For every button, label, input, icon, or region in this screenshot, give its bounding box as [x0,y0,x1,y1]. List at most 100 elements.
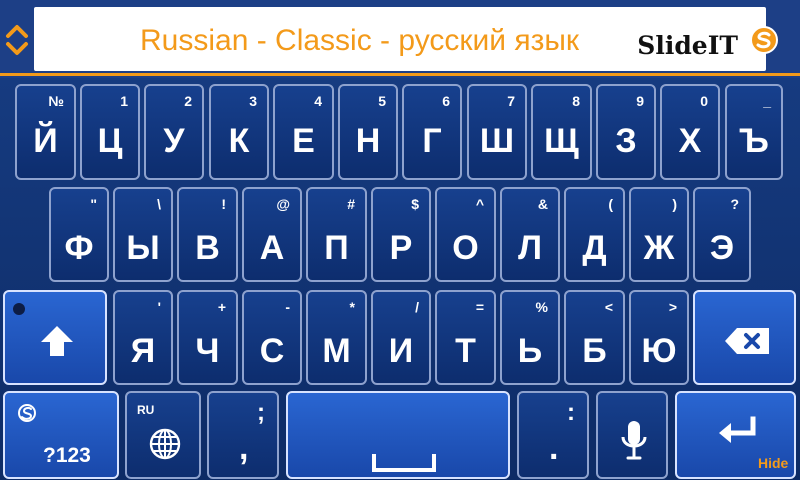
brand-name: SlideIT [637,31,738,60]
enter-arrow-icon [719,416,756,443]
key-ъ[interactable]: _ Ъ [725,84,783,180]
shift-arrow-icon [41,326,73,356]
key-д[interactable]: ( Д [564,187,625,282]
microphone-icon [621,421,647,460]
key-ж[interactable]: ) Ж [629,187,689,282]
key-sub-label: / [415,299,419,315]
key-label: Г [422,122,442,160]
key-р[interactable]: $ Р [371,187,431,282]
space-bar-icon [372,454,436,472]
key-к[interactable]: 3 К [209,84,269,180]
key-sub-label: + [217,299,226,315]
key-label: Л [518,229,542,267]
key-н[interactable]: 5 Н [338,84,398,180]
title-panel: Russian - Classic - русский язык SlideIT [34,7,778,71]
key-sub-label: \ [157,196,161,212]
key-label: Ш [479,122,515,160]
colon-sub-label: : [567,399,575,426]
key-о[interactable]: ^ О [435,187,496,282]
up-down-arrows-icon[interactable] [3,20,31,60]
key-sub-label: ^ [475,196,484,212]
key-label: Р [389,229,413,267]
key-и[interactable]: / И [371,290,431,385]
top-bar: Russian - Classic - русский язык SlideIT [0,0,800,78]
key-з[interactable]: 9 З [596,84,656,180]
enter-key[interactable]: Hide [675,391,796,479]
key-sub-label: - [285,299,290,315]
key-sub-label: ! [221,196,226,212]
virtual-keyboard: № Й 1 Ц 2 У 3 К 4 Е 5 Н 6 Г 7 Ш 8 Щ 9 З … [0,78,800,480]
key-sub-label: > [668,299,677,315]
key-л[interactable]: & Л [500,187,560,282]
key-sub-label: 5 [378,93,386,109]
key-sub-label: 8 [572,93,580,109]
key-б[interactable]: < Б [564,290,625,385]
key-label: М [322,332,351,370]
microphone-key[interactable] [596,391,668,479]
key-label: Н [355,122,381,160]
symbols-mode-label: ?123 [43,444,91,467]
key-г[interactable]: 6 Г [402,84,462,180]
key-sub-label: & [537,196,548,212]
key-label: П [324,229,349,267]
key-э[interactable]: ? Э [693,187,751,282]
key-label: Щ [544,122,579,160]
key-щ[interactable]: 8 Щ [531,84,592,180]
comma-label: , [239,429,249,467]
key-а[interactable]: @ А [242,187,302,282]
key-ы[interactable]: \ Ы [113,187,173,282]
key-label: Ж [643,229,675,267]
backspace-icon [725,328,769,354]
backspace-key[interactable] [693,290,796,385]
shift-indicator-dot [13,303,25,315]
key-ю[interactable]: > Ю [629,290,689,385]
key-ц[interactable]: 1 Ц [80,84,140,180]
key-label: Т [455,332,476,370]
key-ш[interactable]: 7 Ш [467,84,527,180]
key-label: Ь [517,332,543,370]
key-label: Э [709,229,735,267]
key-й[interactable]: № Й [15,84,76,180]
key-м[interactable]: * М [306,290,367,385]
key-sub-label: = [475,299,484,315]
key-sub-label: ( [608,196,613,212]
semicolon-sub-label: ; [257,399,265,426]
key-label: Ф [64,229,94,267]
key-х[interactable]: 0 Х [660,84,720,180]
key-в[interactable]: ! В [177,187,238,282]
key-label: И [388,332,414,370]
key-sub-label: ) [672,196,677,212]
key-т[interactable]: = Т [435,290,496,385]
key-с[interactable]: - С [242,290,302,385]
globe-icon [149,428,181,460]
key-sub-label: @ [276,196,290,212]
key-я[interactable]: ' Я [113,290,173,385]
key-ь[interactable]: % Ь [500,290,560,385]
key-sub-label: 7 [507,93,515,109]
key-label: Ч [195,332,220,370]
key-label: К [228,122,250,160]
key-п[interactable]: # П [306,187,367,282]
key-label: У [163,122,185,160]
space-key[interactable] [286,391,510,479]
comma-key[interactable]: ; , [207,391,279,479]
period-key[interactable]: : . [517,391,589,479]
language-key[interactable]: RU [125,391,201,479]
key-е[interactable]: 4 Е [273,84,334,180]
key-label: Ц [97,122,123,160]
period-label: . [549,429,559,467]
key-у[interactable]: 2 У [144,84,204,180]
hide-keyboard-label[interactable]: Hide [758,456,788,470]
symbols-mode-key[interactable]: ?123 [3,391,119,479]
key-label: Б [582,332,607,370]
key-label: Я [130,332,156,370]
key-ч[interactable]: + Ч [177,290,238,385]
key-ф[interactable]: " Ф [49,187,109,282]
key-label: О [452,229,479,267]
shift-key[interactable] [3,290,107,385]
key-sub-label: 4 [314,93,322,109]
key-sub-label: " [90,196,97,212]
key-label: Е [292,122,315,160]
key-label: Й [33,122,58,160]
key-sub-label: 9 [636,93,644,109]
